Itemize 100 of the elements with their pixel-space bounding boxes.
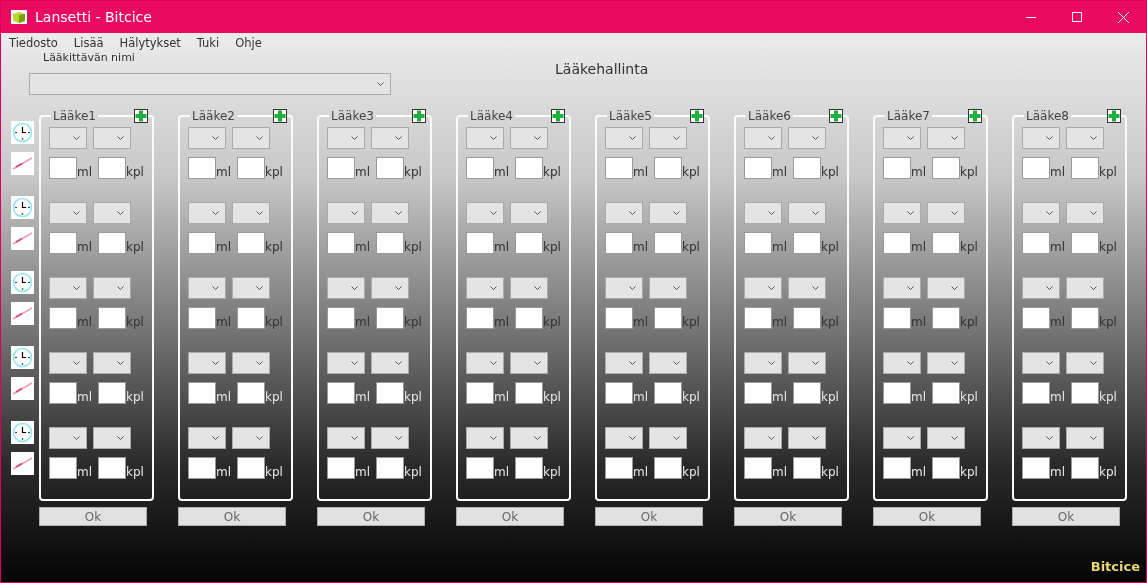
plus-icon[interactable] xyxy=(689,109,704,123)
amount-field[interactable] xyxy=(237,232,266,254)
time-dropdown[interactable] xyxy=(93,427,131,449)
time-dropdown[interactable] xyxy=(1022,202,1060,224)
time-dropdown[interactable] xyxy=(788,202,826,224)
ok-button[interactable]: Ok xyxy=(1012,507,1120,526)
amount-field[interactable] xyxy=(49,307,77,329)
amount-field[interactable] xyxy=(654,157,683,179)
amount-field[interactable] xyxy=(515,232,544,254)
time-dropdown[interactable] xyxy=(510,427,548,449)
time-dropdown[interactable] xyxy=(605,427,643,449)
time-dropdown[interactable] xyxy=(49,127,87,149)
plus-icon[interactable] xyxy=(272,109,287,123)
plus-icon[interactable] xyxy=(967,109,982,123)
time-dropdown[interactable] xyxy=(605,127,643,149)
time-dropdown[interactable] xyxy=(1022,277,1060,299)
amount-field[interactable] xyxy=(188,307,216,329)
time-dropdown[interactable] xyxy=(188,127,226,149)
amount-field[interactable] xyxy=(793,382,822,404)
time-dropdown[interactable] xyxy=(466,352,504,374)
time-dropdown[interactable] xyxy=(188,427,226,449)
time-dropdown[interactable] xyxy=(232,277,270,299)
time-dropdown[interactable] xyxy=(327,352,365,374)
amount-field[interactable] xyxy=(883,457,911,479)
amount-field[interactable] xyxy=(883,307,911,329)
time-dropdown[interactable] xyxy=(232,202,270,224)
time-dropdown[interactable] xyxy=(927,202,965,224)
amount-field[interactable] xyxy=(466,157,494,179)
plus-icon[interactable] xyxy=(133,109,148,123)
amount-field[interactable] xyxy=(883,232,911,254)
time-dropdown[interactable] xyxy=(510,352,548,374)
time-dropdown[interactable] xyxy=(49,352,87,374)
amount-field[interactable] xyxy=(654,457,683,479)
time-dropdown[interactable] xyxy=(605,277,643,299)
amount-field[interactable] xyxy=(1022,157,1050,179)
time-dropdown[interactable] xyxy=(649,202,687,224)
time-dropdown[interactable] xyxy=(232,427,270,449)
time-dropdown[interactable] xyxy=(744,352,782,374)
amount-field[interactable] xyxy=(654,382,683,404)
amount-field[interactable] xyxy=(98,457,127,479)
amount-field[interactable] xyxy=(883,157,911,179)
amount-field[interactable] xyxy=(744,232,772,254)
time-dropdown[interactable] xyxy=(927,427,965,449)
time-dropdown[interactable] xyxy=(93,202,131,224)
amount-field[interactable] xyxy=(744,382,772,404)
amount-field[interactable] xyxy=(188,232,216,254)
amount-field[interactable] xyxy=(1022,232,1050,254)
amount-field[interactable] xyxy=(605,232,633,254)
amount-field[interactable] xyxy=(237,157,266,179)
amount-field[interactable] xyxy=(793,307,822,329)
time-dropdown[interactable] xyxy=(1066,202,1104,224)
time-dropdown[interactable] xyxy=(605,352,643,374)
time-dropdown[interactable] xyxy=(466,127,504,149)
time-dropdown[interactable] xyxy=(927,352,965,374)
time-dropdown[interactable] xyxy=(883,352,921,374)
amount-field[interactable] xyxy=(49,157,77,179)
amount-field[interactable] xyxy=(932,382,961,404)
menu-item[interactable]: Ohje xyxy=(235,36,262,50)
time-dropdown[interactable] xyxy=(649,427,687,449)
ok-button[interactable]: Ok xyxy=(595,507,703,526)
time-dropdown[interactable] xyxy=(883,202,921,224)
plus-icon[interactable] xyxy=(550,109,565,123)
amount-field[interactable] xyxy=(237,307,266,329)
amount-field[interactable] xyxy=(605,382,633,404)
time-dropdown[interactable] xyxy=(883,427,921,449)
time-dropdown[interactable] xyxy=(649,277,687,299)
time-dropdown[interactable] xyxy=(788,427,826,449)
time-dropdown[interactable] xyxy=(1022,352,1060,374)
amount-field[interactable] xyxy=(744,307,772,329)
amount-field[interactable] xyxy=(327,457,355,479)
amount-field[interactable] xyxy=(605,457,633,479)
amount-field[interactable] xyxy=(188,382,216,404)
amount-field[interactable] xyxy=(515,307,544,329)
amount-field[interactable] xyxy=(98,382,127,404)
amount-field[interactable] xyxy=(654,307,683,329)
amount-field[interactable] xyxy=(1071,382,1100,404)
amount-field[interactable] xyxy=(188,157,216,179)
amount-field[interactable] xyxy=(1022,382,1050,404)
time-dropdown[interactable] xyxy=(466,427,504,449)
amount-field[interactable] xyxy=(466,457,494,479)
amount-field[interactable] xyxy=(376,232,405,254)
time-dropdown[interactable] xyxy=(327,202,365,224)
time-dropdown[interactable] xyxy=(744,277,782,299)
time-dropdown[interactable] xyxy=(744,127,782,149)
time-dropdown[interactable] xyxy=(788,352,826,374)
time-dropdown[interactable] xyxy=(371,277,409,299)
amount-field[interactable] xyxy=(654,232,683,254)
ok-button[interactable]: Ok xyxy=(456,507,564,526)
time-dropdown[interactable] xyxy=(371,352,409,374)
time-dropdown[interactable] xyxy=(371,202,409,224)
amount-field[interactable] xyxy=(1071,157,1100,179)
time-dropdown[interactable] xyxy=(1022,127,1060,149)
menu-item[interactable]: Tiedosto xyxy=(9,36,58,50)
time-dropdown[interactable] xyxy=(188,277,226,299)
amount-field[interactable] xyxy=(932,307,961,329)
amount-field[interactable] xyxy=(466,232,494,254)
menu-item[interactable]: Tuki xyxy=(196,36,220,50)
ok-button[interactable]: Ok xyxy=(39,507,147,526)
amount-field[interactable] xyxy=(1071,307,1100,329)
amount-field[interactable] xyxy=(237,382,266,404)
